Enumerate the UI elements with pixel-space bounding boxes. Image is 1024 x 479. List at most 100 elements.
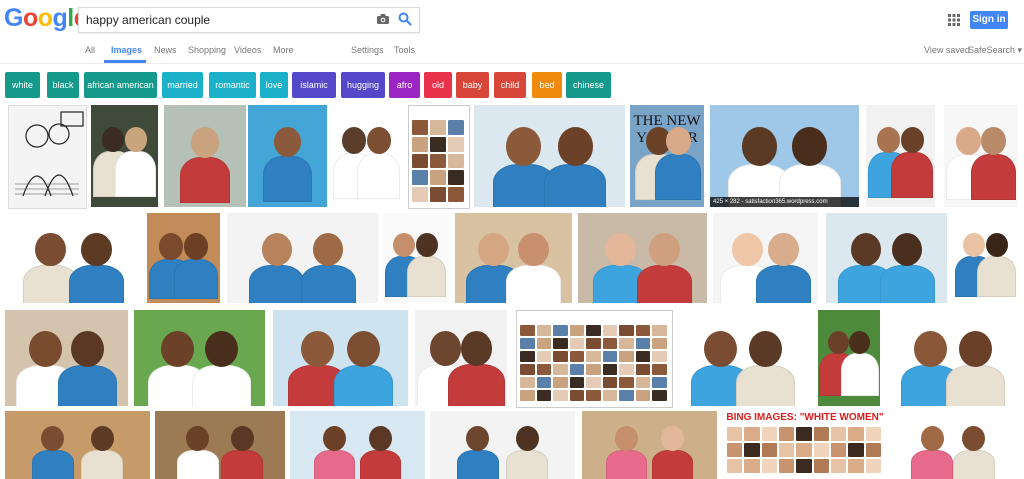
safesearch-menu[interactable]: SafeSearch ▾ [968, 45, 1022, 56]
person-head [749, 331, 783, 367]
image-result[interactable] [331, 105, 402, 207]
chip-child[interactable]: child [494, 72, 526, 98]
chip-white[interactable]: white [5, 72, 40, 98]
thumbnail [848, 459, 864, 473]
tab-shopping[interactable]: Shopping [188, 45, 226, 55]
image-result[interactable] [155, 411, 285, 479]
chip-black[interactable]: black [47, 72, 79, 98]
image-result[interactable] [886, 310, 1020, 406]
image-result[interactable] [474, 105, 625, 207]
image-result[interactable] [676, 310, 810, 406]
chip-bed[interactable]: bed [532, 72, 562, 98]
image-result[interactable] [8, 105, 87, 209]
image-result[interactable] [273, 310, 408, 406]
image-result[interactable] [408, 105, 470, 209]
thumbnail [520, 364, 535, 375]
image-result[interactable]: THE NEW YORKER [630, 105, 704, 207]
person-head [920, 425, 944, 452]
chip-african-american[interactable]: african american [84, 72, 157, 98]
image-result[interactable] [383, 213, 448, 303]
image-result[interactable]: BING IMAGES: "WHITE WOMEN" [724, 411, 886, 479]
tab-more[interactable]: More [273, 45, 294, 55]
chip-married[interactable]: married [162, 72, 203, 98]
chip-romantic[interactable]: romantic [209, 72, 256, 98]
chip-chinese[interactable]: chinese [566, 72, 611, 98]
image-result[interactable] [516, 310, 673, 408]
search-box[interactable] [78, 7, 420, 33]
person-head [605, 232, 636, 267]
image-result[interactable] [134, 310, 265, 406]
settings-link[interactable]: Settings [351, 45, 384, 55]
image-result[interactable]: 425 × 282 - satisfaction365.wordpress.co… [710, 105, 859, 207]
image-result[interactable] [578, 213, 707, 303]
chip-old[interactable]: old [424, 72, 452, 98]
chip-baby[interactable]: baby [456, 72, 489, 98]
chip-afro[interactable]: afro [389, 72, 420, 98]
apps-icon[interactable] [948, 14, 960, 26]
image-result[interactable] [164, 105, 246, 207]
google-logo[interactable]: Google [4, 3, 88, 33]
tab-news[interactable]: News [154, 45, 177, 55]
person-head [913, 331, 947, 367]
image-result[interactable] [415, 310, 507, 406]
tab-all[interactable]: All [85, 45, 95, 55]
image-result[interactable] [290, 411, 425, 479]
chip-hugging[interactable]: hugging [341, 72, 385, 98]
image-result[interactable] [430, 411, 575, 479]
image-result[interactable] [455, 213, 572, 303]
thumbnail [652, 364, 667, 375]
image-result[interactable] [227, 213, 378, 303]
sign-in-button[interactable]: Sign in [970, 11, 1008, 29]
person-head [959, 331, 993, 367]
person-head [466, 425, 490, 452]
thumbnail [586, 390, 601, 401]
chip-islamic[interactable]: islamic [292, 72, 336, 98]
person-body [605, 450, 648, 479]
image-result[interactable] [826, 213, 947, 303]
image-result[interactable] [5, 213, 142, 303]
thumbnail [744, 427, 760, 441]
thumbnail [848, 443, 864, 457]
person-head [891, 232, 923, 267]
person-head [557, 127, 593, 166]
image-result[interactable] [5, 411, 150, 479]
image-result[interactable] [91, 105, 158, 207]
person-head [850, 232, 882, 267]
view-saved-link[interactable]: View saved [924, 45, 970, 55]
thumbnail [744, 459, 760, 473]
camera-icon[interactable] [376, 13, 390, 25]
person-head [393, 232, 416, 258]
image-result[interactable] [866, 105, 935, 207]
thumbnail [412, 170, 428, 186]
person-head [877, 127, 901, 154]
thumbnail [761, 459, 777, 473]
thumbnail [430, 170, 446, 186]
chip-love[interactable]: love [260, 72, 288, 98]
person-head [124, 127, 148, 153]
image-result[interactable] [953, 213, 1018, 303]
image-result[interactable] [713, 213, 818, 303]
image-result[interactable] [147, 213, 220, 303]
image-result[interactable] [582, 411, 717, 479]
thumbnail [569, 351, 585, 362]
tab-videos[interactable]: Videos [234, 45, 261, 55]
tab-images[interactable]: Images [111, 45, 142, 55]
thumbnail [536, 325, 552, 336]
person-head [261, 232, 293, 267]
search-input[interactable] [86, 12, 366, 28]
image-result[interactable] [818, 310, 880, 406]
search-icon[interactable] [398, 12, 412, 26]
thumbnail [848, 427, 864, 441]
thumbnail [635, 325, 651, 336]
thumbnail [536, 377, 552, 388]
person-head [518, 232, 549, 267]
image-result[interactable] [892, 411, 1014, 479]
image-result[interactable] [944, 105, 1018, 207]
image-result[interactable] [5, 310, 128, 406]
image-result[interactable] [248, 105, 327, 207]
person-head [649, 232, 680, 267]
thumbnail [553, 338, 568, 349]
thumbnail [602, 364, 618, 375]
tools-link[interactable]: Tools [394, 45, 415, 55]
person-head [660, 425, 684, 452]
